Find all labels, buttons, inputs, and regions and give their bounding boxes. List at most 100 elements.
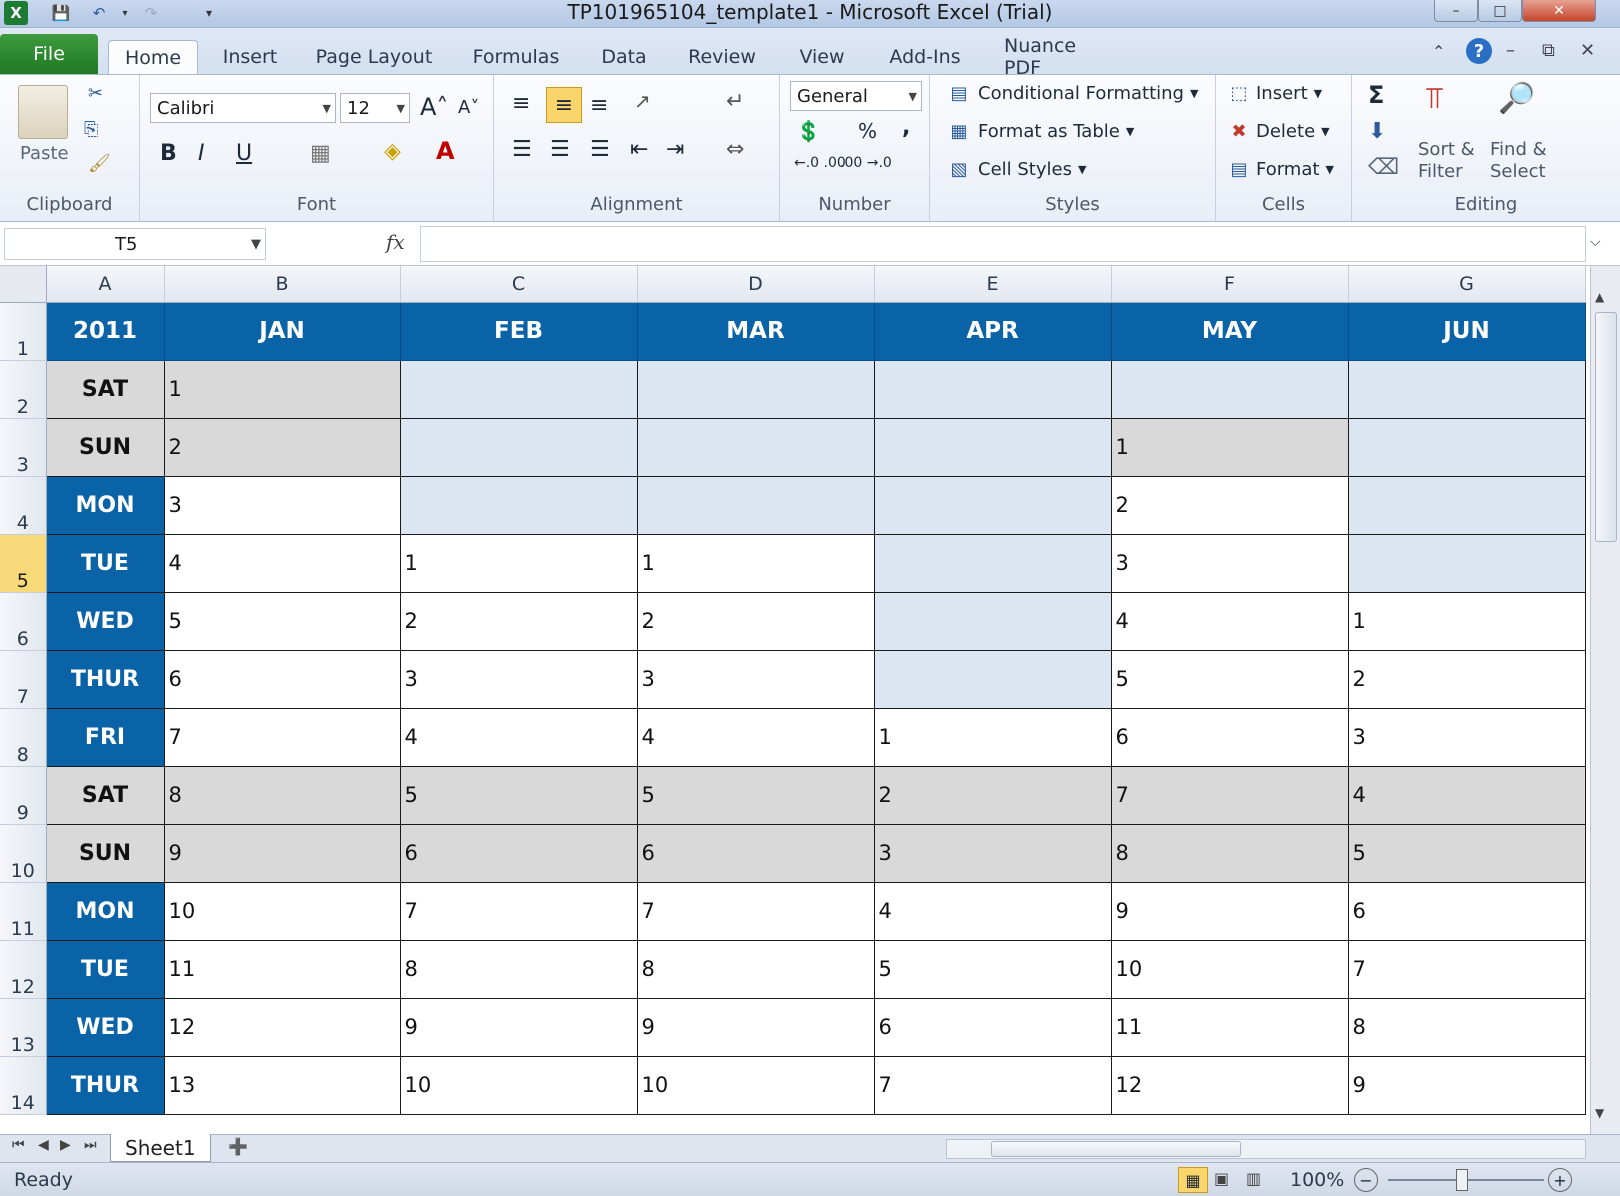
row-header-2[interactable]: 2 [0,360,47,419]
day-cell[interactable]: 1 [164,360,401,419]
align-top-icon[interactable]: ≡ [512,91,530,116]
weekday-cell[interactable]: SAT [46,766,165,825]
zoom-in-icon[interactable]: + [1548,1168,1572,1192]
day-cell[interactable]: 6 [637,824,875,883]
day-cell[interactable]: 3 [874,824,1112,883]
day-cell[interactable]: 4 [400,708,638,767]
day-cell[interactable]: 1 [1348,592,1586,651]
minimize-icon[interactable]: – [1434,0,1478,22]
day-cell[interactable]: 9 [164,824,401,883]
column-header-c[interactable]: C [400,266,638,303]
row-header-12[interactable]: 12 [0,940,47,999]
font-size-box[interactable]: 12 ▼ [340,93,410,123]
weekday-cell[interactable]: MON [46,476,165,535]
sort-filter-icon[interactable]: ⫪ [1426,81,1443,116]
sort-filter-label-1[interactable]: Sort & [1418,139,1475,160]
day-cell[interactable]: 6 [1111,708,1349,767]
day-cell[interactable]: 13 [164,1056,401,1115]
day-cell[interactable]: 3 [1111,534,1349,593]
weekday-cell[interactable]: FRI [46,708,165,767]
row-header-11[interactable]: 11 [0,882,47,941]
bold-button[interactable]: B [160,141,177,166]
day-cell[interactable]: 1 [1111,418,1349,477]
increase-decimal-button[interactable]: ←.0 .00 [794,155,846,171]
merge-center-icon[interactable]: ⇔ [726,137,744,162]
day-cell[interactable] [400,418,638,477]
day-cell[interactable]: 11 [1111,998,1349,1057]
day-cell[interactable]: 2 [637,592,875,651]
column-header-f[interactable]: F [1111,266,1349,303]
page-layout-view-icon[interactable]: ▣ [1214,1169,1229,1188]
horizontal-scrollbar[interactable] [946,1139,1586,1159]
weekday-cell[interactable]: WED [46,592,165,651]
day-cell[interactable]: 10 [400,1056,638,1115]
font-color-icon[interactable]: A [436,137,455,165]
tab-review[interactable]: Review [684,40,760,74]
day-cell[interactable] [874,418,1112,477]
weekday-cell[interactable]: SAT [46,360,165,419]
day-cell[interactable]: 3 [164,476,401,535]
increase-indent-icon[interactable]: ⇥ [666,137,684,162]
month-header-cell[interactable]: JUN [1348,302,1586,361]
row-header-5[interactable]: 5 [0,534,47,593]
tab-formulas[interactable]: Formulas [466,40,566,74]
weekday-cell[interactable]: MON [46,882,165,941]
day-cell[interactable] [874,360,1112,419]
day-cell[interactable]: 12 [1111,1056,1349,1115]
scroll-thumb[interactable] [1595,312,1617,542]
day-cell[interactable] [874,592,1112,651]
find-select-icon[interactable]: 🔎 [1498,81,1535,116]
select-all-corner[interactable] [0,266,47,303]
weekday-cell[interactable]: TUE [46,940,165,999]
month-header-cell[interactable]: MAR [637,302,875,361]
day-cell[interactable]: 7 [637,882,875,941]
day-cell[interactable]: 4 [1348,766,1586,825]
day-cell[interactable]: 3 [400,650,638,709]
year-cell[interactable]: 2011 [46,302,165,361]
day-cell[interactable] [1111,360,1349,419]
find-select-label-2[interactable]: Select [1490,161,1546,182]
day-cell[interactable] [1348,534,1586,593]
conditional-formatting-button[interactable]: ▤ Conditional Formatting ▼ [946,83,1198,104]
formula-input[interactable] [420,226,1586,262]
day-cell[interactable]: 8 [1348,998,1586,1057]
sheet-tab-sheet1[interactable]: Sheet1 [110,1134,211,1162]
tab-nuance-pdf[interactable]: Nuance PDF [1004,35,1118,79]
row-header-8[interactable]: 8 [0,708,47,767]
next-sheet-icon[interactable]: ▶ [60,1137,71,1153]
month-header-cell[interactable]: FEB [400,302,638,361]
doc-minimize-icon[interactable]: – [1506,40,1515,61]
zoom-level[interactable]: 100% [1290,1169,1344,1191]
close-icon[interactable]: ✕ [1522,0,1596,22]
day-cell[interactable] [874,534,1112,593]
day-cell[interactable]: 4 [1111,592,1349,651]
scroll-down-icon[interactable]: ▼ [1595,1106,1604,1120]
shrink-font-icon[interactable]: A˅ [458,97,479,118]
day-cell[interactable]: 7 [400,882,638,941]
day-cell[interactable]: 8 [164,766,401,825]
day-cell[interactable]: 5 [164,592,401,651]
day-cell[interactable]: 1 [400,534,638,593]
day-cell[interactable] [874,476,1112,535]
day-cell[interactable]: 5 [1348,824,1586,883]
day-cell[interactable]: 10 [637,1056,875,1115]
prev-sheet-icon[interactable]: ◀ [38,1137,49,1153]
weekday-cell[interactable]: SUN [46,824,165,883]
align-right-icon[interactable]: ☰ [590,137,610,162]
page-break-view-icon[interactable]: ▥ [1246,1169,1261,1188]
insert-sheet-icon[interactable]: ➕ [228,1137,248,1156]
copy-icon[interactable]: ⎘ [84,119,98,140]
vertical-scrollbar[interactable]: ▲ ▼ [1590,266,1620,1134]
align-left-icon[interactable]: ☰ [512,137,532,162]
tab-home[interactable]: Home [108,40,198,74]
number-format-dropdown-icon[interactable]: ▼ [909,90,917,103]
cut-icon[interactable]: ✂ [88,83,103,104]
decrease-indent-icon[interactable]: ⇤ [630,137,648,162]
row-header-6[interactable]: 6 [0,592,47,651]
weekday-cell[interactable]: THUR [46,1056,165,1115]
cell-styles-button[interactable]: ▧ Cell Styles ▼ [946,159,1086,180]
align-center-icon[interactable]: ☰ [550,137,570,162]
tab-add-ins[interactable]: Add-Ins [886,40,964,74]
align-middle-icon[interactable]: ≡ [546,87,582,123]
expand-formula-bar-icon[interactable]: ⌵ [1590,234,1601,250]
